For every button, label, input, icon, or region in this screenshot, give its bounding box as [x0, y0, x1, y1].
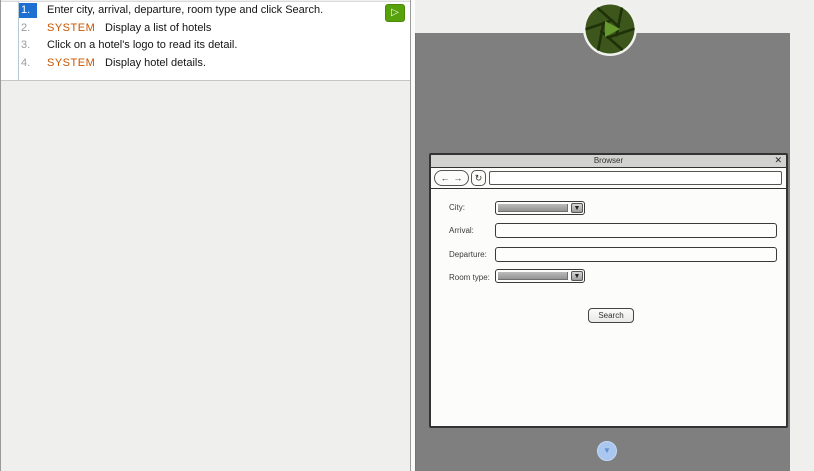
step-row-4[interactable]: 4. SYSTEM Display hotel details.	[1, 55, 410, 73]
step-text: Display hotel details.	[105, 56, 206, 71]
aperture-play-logo-icon	[582, 1, 638, 57]
forward-icon[interactable]: →	[454, 174, 463, 183]
search-button-label: Search	[598, 311, 623, 320]
step-row-1[interactable]: 1. Enter city, arrival, departure, room …	[1, 2, 410, 20]
play-icon: ▷	[391, 8, 399, 18]
steps-list: 1. Enter city, arrival, departure, room …	[1, 1, 410, 81]
step-number: 3.	[19, 38, 37, 53]
step-text: Display a list of hotels	[105, 21, 211, 36]
arrival-field[interactable]	[495, 223, 777, 238]
refresh-button[interactable]: ↻	[471, 170, 486, 186]
refresh-icon: ↻	[475, 174, 483, 183]
browser-titlebar: Browser ✕	[431, 155, 786, 168]
next-step-button[interactable]: ▼	[597, 441, 617, 461]
city-label: City:	[449, 203, 465, 213]
back-icon[interactable]: ←	[441, 174, 450, 183]
browser-content: City: ▼ Arrival: Departure: Room type: ▼…	[431, 189, 786, 427]
browser-mockup-window: Browser ✕ ← → ↻ City: ▼ Arrival: Departu…	[429, 153, 788, 428]
step-row-2[interactable]: 2. SYSTEM Display a list of hotels	[1, 20, 410, 38]
close-icon[interactable]: ✕	[774, 156, 782, 165]
step-text: Click on a hotel's logo to read its deta…	[47, 38, 237, 53]
room-type-dropdown[interactable]: ▼	[495, 269, 585, 283]
chevron-down-icon: ▼	[571, 271, 583, 281]
url-input[interactable]	[489, 171, 782, 185]
room-type-label: Room type:	[449, 273, 490, 283]
step-number: 4.	[19, 56, 37, 71]
browser-title: Browser	[594, 157, 623, 165]
scenario-steps-panel: 1. Enter city, arrival, departure, room …	[0, 0, 411, 471]
browser-toolbar: ← → ↻	[431, 168, 786, 189]
chevron-down-icon: ▼	[571, 203, 583, 213]
dropdown-selection-bar	[498, 204, 568, 212]
step-actor-label: SYSTEM	[47, 21, 95, 36]
step-number: 1.	[19, 3, 37, 18]
city-dropdown[interactable]: ▼	[495, 201, 585, 215]
step-number: 2.	[19, 21, 37, 36]
nav-button-group: ← →	[434, 170, 469, 186]
step-row-3[interactable]: 3. Click on a hotel's logo to read its d…	[1, 37, 410, 55]
chevron-down-icon: ▼	[603, 447, 611, 455]
step-actor-label: SYSTEM	[47, 56, 95, 71]
step-text: Enter city, arrival, departure, room typ…	[47, 3, 323, 18]
arrival-label: Arrival:	[449, 226, 474, 236]
departure-field[interactable]	[495, 247, 777, 262]
departure-label: Departure:	[449, 250, 487, 260]
search-button[interactable]: Search	[588, 308, 634, 323]
play-step-button[interactable]: ▷	[385, 4, 405, 22]
dropdown-selection-bar	[498, 272, 568, 280]
